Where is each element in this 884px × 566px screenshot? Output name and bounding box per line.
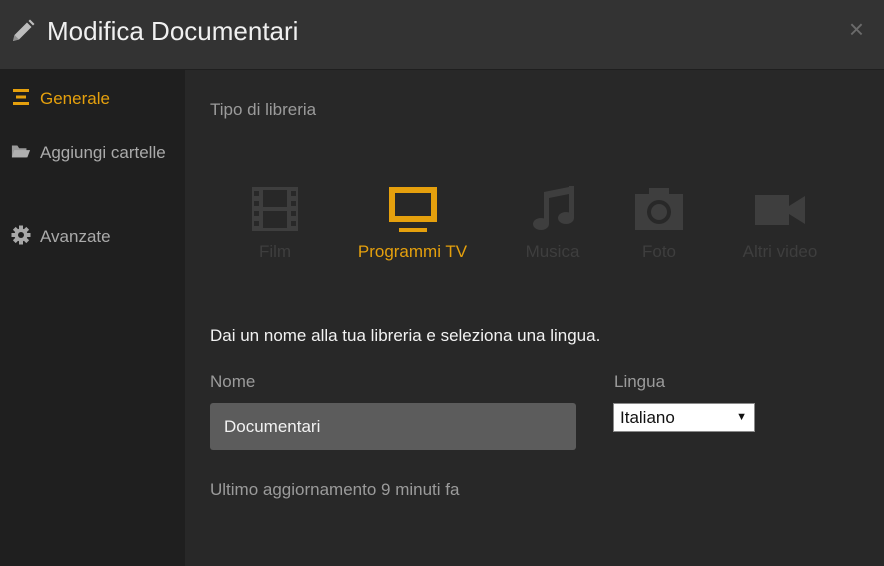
sidebar-item-label: Generale bbox=[40, 89, 110, 108]
library-type-other-videos[interactable]: Altri video bbox=[725, 184, 835, 262]
list-icon bbox=[13, 89, 29, 105]
last-updated-text: Ultimo aggiornamento 9 minuti fa bbox=[210, 480, 460, 499]
library-type-label: Musica bbox=[525, 242, 580, 261]
sidebar-item-aggiungi-cartelle[interactable]: Aggiungi cartelle bbox=[11, 138, 171, 168]
library-name-input[interactable]: Documentari bbox=[210, 403, 576, 450]
library-type-photo[interactable]: Foto bbox=[615, 184, 703, 262]
sidebar: Generale Aggiungi cartelle Avanzate bbox=[0, 70, 185, 566]
folder-icon bbox=[11, 145, 31, 158]
music-icon bbox=[532, 186, 574, 230]
sidebar-item-avanzate[interactable]: Avanzate bbox=[11, 222, 111, 252]
video-camera-icon bbox=[755, 195, 805, 225]
dialog-header: Modifica Documentari × bbox=[0, 0, 884, 70]
pencil-icon bbox=[13, 19, 35, 41]
dialog-title: Modifica Documentari bbox=[47, 16, 299, 46]
language-label: Lingua bbox=[614, 372, 666, 391]
library-type-film[interactable]: Film bbox=[235, 184, 315, 262]
dropdown-arrow-icon: ▼ bbox=[736, 411, 747, 423]
instruction-text: Dai un nome alla tua libreria e selezion… bbox=[210, 326, 601, 345]
library-type-label: Programmi TV bbox=[357, 242, 468, 261]
library-type-label: Film bbox=[258, 242, 292, 261]
library-type-label: Foto bbox=[641, 242, 677, 261]
sidebar-item-generale[interactable]: Generale bbox=[11, 84, 110, 114]
close-icon[interactable]: × bbox=[849, 16, 864, 42]
camera-icon bbox=[635, 188, 683, 230]
gear-icon bbox=[11, 225, 31, 245]
library-type-tv[interactable]: Programmi TV bbox=[335, 184, 490, 262]
library-type-heading: Tipo di libreria bbox=[210, 100, 317, 119]
library-type-music[interactable]: Musica bbox=[510, 184, 595, 262]
tv-icon bbox=[388, 187, 437, 232]
library-type-label: Altri video bbox=[742, 242, 818, 261]
main-panel: Tipo di libreria Film Programmi TV Music… bbox=[185, 70, 884, 566]
language-select-value: Italiano bbox=[620, 408, 675, 427]
name-label: Nome bbox=[210, 372, 256, 391]
language-select[interactable]: Italiano ▼ bbox=[613, 403, 755, 432]
sidebar-item-label: Aggiungi cartelle bbox=[40, 143, 166, 162]
film-icon bbox=[252, 187, 298, 231]
sidebar-item-label: Avanzate bbox=[40, 227, 111, 246]
